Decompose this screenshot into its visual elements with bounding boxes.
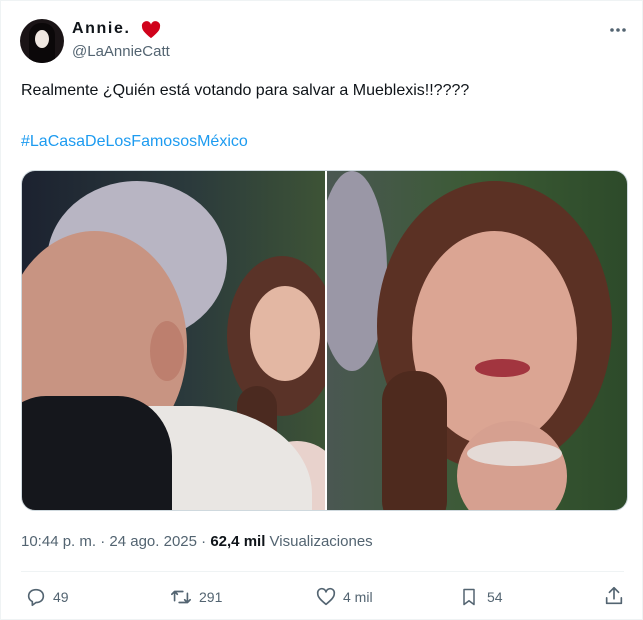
share-button[interactable]	[603, 585, 625, 612]
divider-line	[21, 571, 624, 572]
user-handle[interactable]: @LaAnnieCatt	[72, 43, 170, 60]
meta-separator: ·	[100, 533, 106, 550]
reply-button[interactable]: 49	[25, 586, 69, 608]
display-name[interactable]: Annie.	[72, 20, 131, 38]
retweet-button[interactable]: 291	[169, 586, 222, 608]
retweet-icon	[171, 590, 191, 604]
retweet-count: 291	[199, 589, 223, 605]
heart-icon	[141, 21, 161, 39]
woman-necklace	[467, 441, 562, 466]
background-woman-face	[250, 286, 320, 381]
tweet-date[interactable]: 24 ago. 2025	[109, 533, 197, 550]
man-ear	[150, 321, 184, 381]
hashtag-link[interactable]: #LaCasaDeLosFamososMéxico	[21, 132, 248, 152]
reply-icon	[27, 588, 45, 607]
share-icon	[605, 586, 623, 605]
views-label: Visualizaciones	[269, 533, 373, 550]
photo-right[interactable]	[327, 171, 627, 510]
meta-separator-2: ·	[201, 533, 207, 550]
man-shirt	[22, 396, 172, 510]
tweet-time[interactable]: 10:44 p. m.	[21, 533, 96, 550]
photo-left[interactable]	[22, 171, 325, 510]
like-count: 4 mil	[343, 589, 373, 605]
bookmark-button[interactable]: 54	[459, 586, 503, 608]
bookmark-count: 54	[487, 589, 503, 605]
views-count: 62,4 mil	[210, 533, 266, 550]
more-options-icon[interactable]	[608, 23, 628, 37]
tweet-card: Annie. @LaAnnieCatt Realmente ¿Quién est…	[0, 0, 643, 620]
avatar-face	[35, 30, 49, 48]
like-icon	[316, 587, 336, 606]
woman-lips	[475, 359, 530, 377]
bookmark-icon	[463, 588, 475, 606]
reply-count: 49	[53, 589, 69, 605]
avatar[interactable]	[20, 19, 64, 63]
media-grid[interactable]	[21, 170, 628, 511]
tweet-meta: 10:44 p. m. · 24 ago. 2025 · 62,4 mil Vi…	[21, 533, 373, 550]
like-button[interactable]: 4 mil	[315, 586, 373, 608]
tweet-text: Realmente ¿Quién está votando para salva…	[21, 82, 470, 99]
woman-braid	[382, 371, 447, 510]
